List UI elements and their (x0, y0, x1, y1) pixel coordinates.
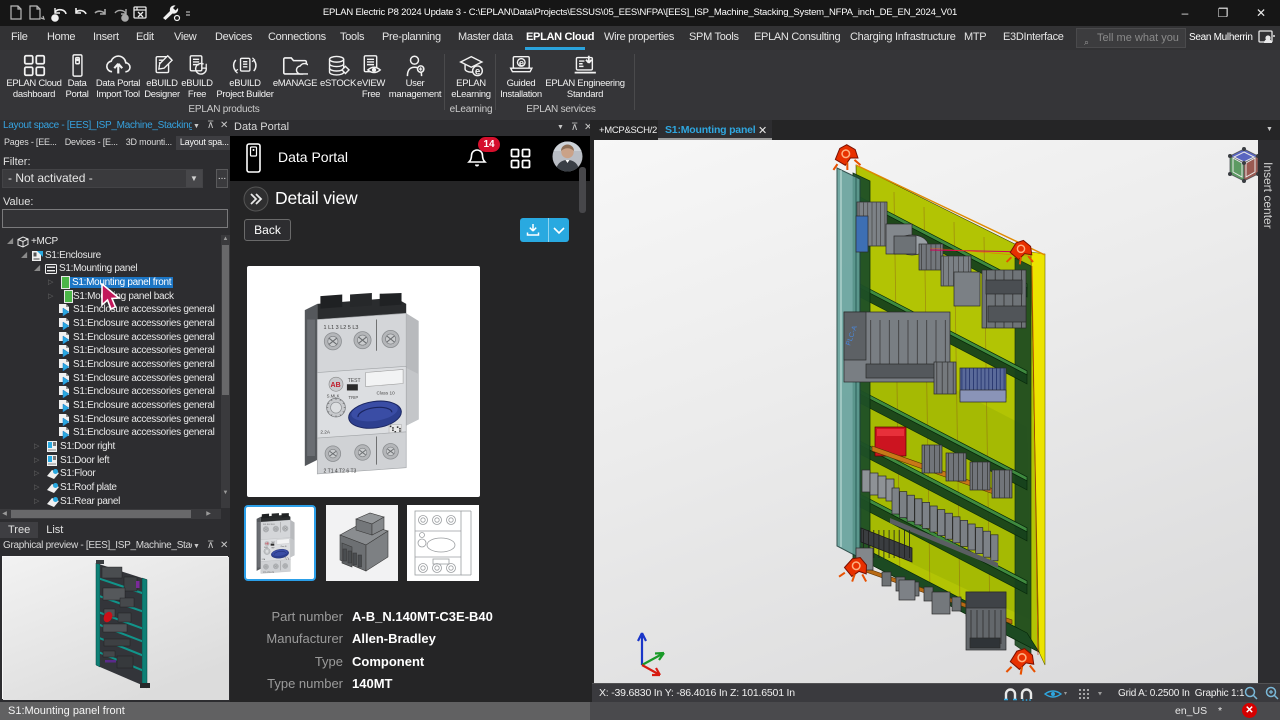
svg-text:Class 10: Class 10 (377, 390, 396, 395)
svg-text:TEST: TEST (348, 378, 361, 384)
svg-text:1 L1 3 L2 5 L3: 1 L1 3 L2 5 L3 (324, 325, 359, 331)
svg-text:TRIP: TRIP (348, 395, 358, 400)
svg-text:2 T1 4 T2 6 T3: 2 T1 4 T2 6 T3 (263, 572, 274, 574)
svg-text:AB: AB (331, 382, 341, 389)
svg-text:TEST: TEST (271, 542, 275, 544)
svg-text:1 L1 3 L2 5 L3: 1 L1 3 L2 5 L3 (263, 524, 275, 526)
svg-text:2.2A: 2.2A (320, 429, 330, 434)
svg-text:2 T1 4 T2 6 T3: 2 T1 4 T2 6 T3 (324, 468, 357, 474)
svg-text:S.MLK: S.MLK (327, 394, 340, 399)
